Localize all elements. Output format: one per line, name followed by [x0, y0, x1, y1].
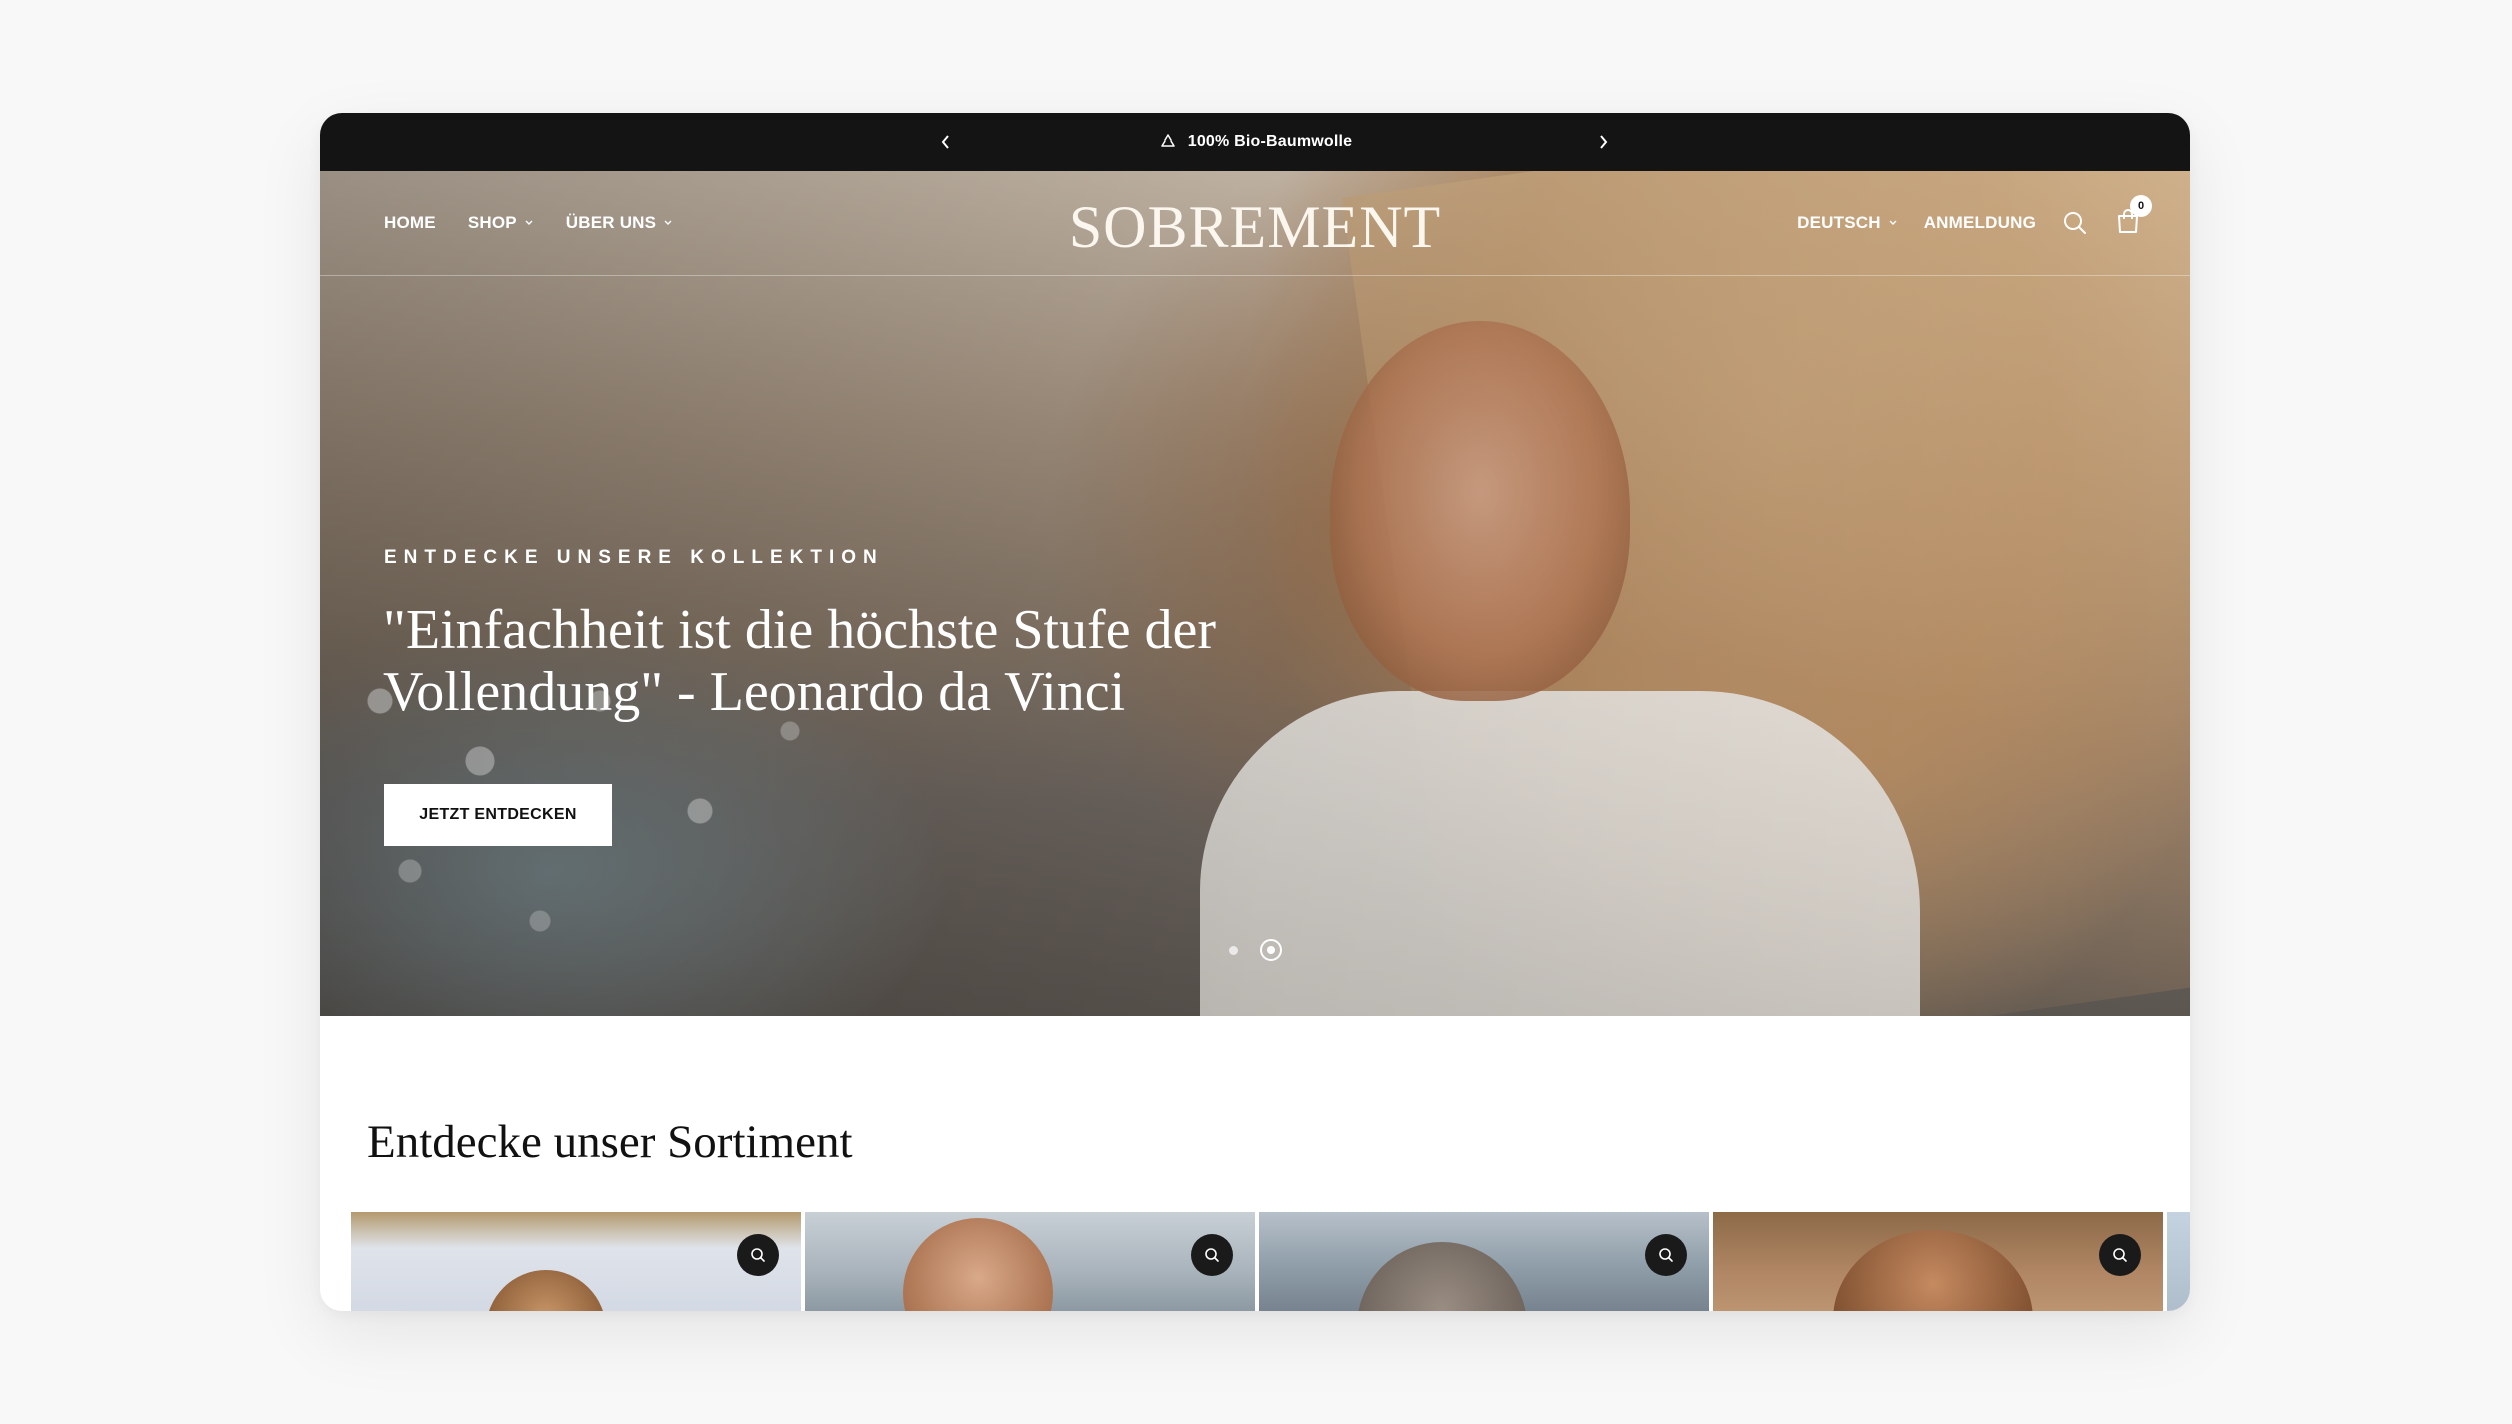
hero-headline: "Einfachheit ist die höchste Stufe der V… [383, 599, 1217, 723]
language-selector[interactable]: DEUTSCH [1797, 213, 1898, 233]
recycle-icon [1160, 134, 1175, 147]
product-image [903, 1218, 1053, 1311]
product-image [1357, 1242, 1527, 1311]
product-image [486, 1270, 606, 1311]
cart-button[interactable]: 0 [2114, 194, 2152, 240]
announcement-message: 100% Bio-Baumwolle [320, 113, 2190, 171]
search-icon[interactable] [2062, 210, 2088, 236]
product-card[interactable] [351, 1212, 801, 1311]
slider-dot-2-active[interactable] [1259, 939, 1282, 961]
hero-overlay [320, 171, 2190, 1016]
product-card[interactable] [1713, 1212, 2163, 1311]
product-card-partial[interactable] [2167, 1212, 2190, 1311]
quick-view-button[interactable] [1645, 1234, 1687, 1276]
announcement-next-button[interactable] [1583, 113, 1623, 171]
section-title: Entdecke unser Sortiment [367, 1116, 853, 1168]
search-icon [2113, 1248, 2127, 1262]
slider-dot-1[interactable] [1228, 945, 1238, 955]
quick-view-button[interactable] [2099, 1234, 2141, 1276]
header-actions: DEUTSCH ANMELDUNG 0 [1797, 171, 2152, 275]
search-icon [751, 1248, 765, 1262]
product-card[interactable] [1259, 1212, 1709, 1311]
chevron-down-icon [1889, 220, 1897, 225]
quick-view-button[interactable] [1191, 1234, 1233, 1276]
cart-count-badge: 0 [2130, 194, 2152, 217]
browser-page: 100% Bio-Baumwolle HOME SHOP ÜBER UNS SO [320, 113, 2190, 1311]
search-icon [1205, 1248, 1219, 1262]
hero-banner [320, 171, 2190, 1016]
language-label: DEUTSCH [1797, 213, 1881, 232]
announcement-bar: 100% Bio-Baumwolle [320, 113, 2190, 171]
site-header: HOME SHOP ÜBER UNS SOBREMENT DEUTSCH ANM… [320, 171, 2190, 276]
product-image [1833, 1230, 2033, 1311]
slider-dots [320, 939, 2190, 961]
chevron-right-icon [1600, 135, 1608, 149]
announcement-text: 100% Bio-Baumwolle [1187, 133, 1353, 150]
quick-view-button[interactable] [737, 1234, 779, 1276]
product-carousel [351, 1212, 2190, 1311]
product-card[interactable] [805, 1212, 1255, 1311]
login-label: ANMELDUNG [1923, 213, 2036, 232]
login-link[interactable]: ANMELDUNG [1924, 213, 2036, 233]
hero-cta-button[interactable]: JETZT ENTDECKEN [384, 784, 612, 846]
hero-eyebrow: ENTDECKE UNSERE KOLLEKTION [384, 547, 884, 568]
search-icon [1659, 1248, 1673, 1262]
